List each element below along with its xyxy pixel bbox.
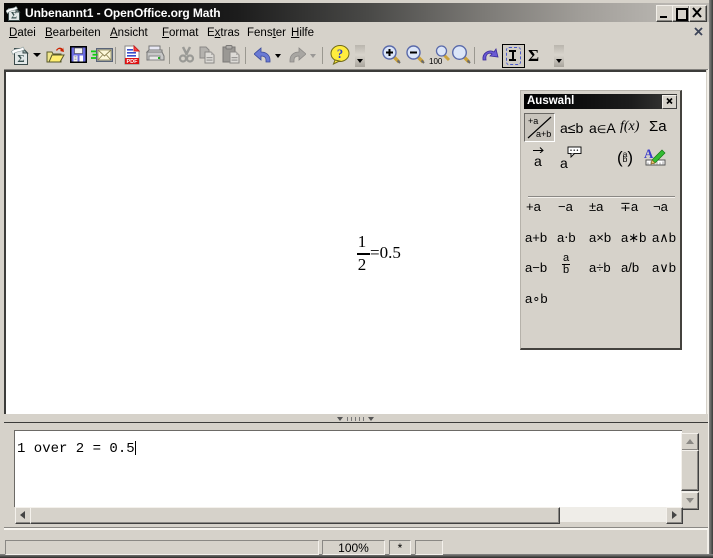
- svg-text:A: A: [644, 146, 654, 161]
- svg-text:Σ: Σ: [17, 53, 24, 65]
- svg-text:PDF: PDF: [127, 59, 139, 65]
- svg-text:100: 100: [429, 57, 443, 66]
- svg-text:?: ?: [337, 47, 343, 61]
- svg-text:a+b: a+b: [536, 129, 551, 139]
- svg-text:Σ: Σ: [11, 11, 17, 21]
- svg-text:+a: +a: [528, 116, 538, 126]
